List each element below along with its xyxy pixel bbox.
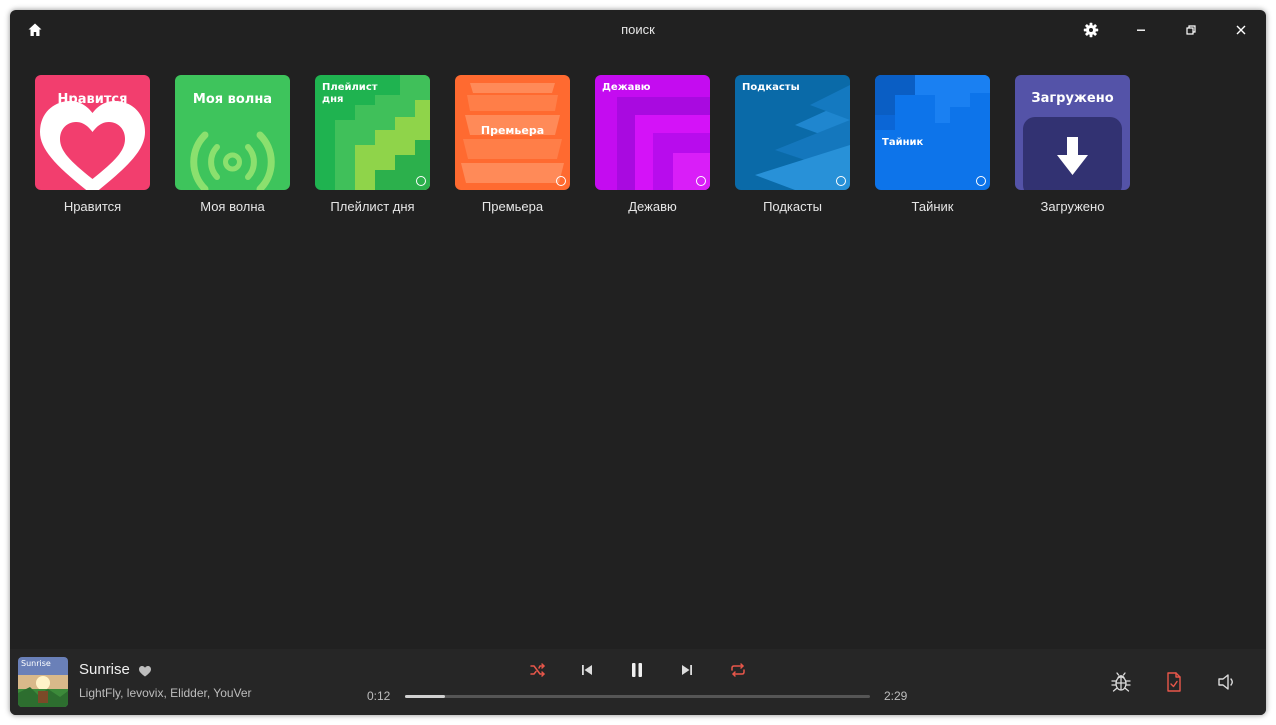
current-time: 0:12: [367, 689, 391, 703]
next-button[interactable]: [676, 660, 698, 680]
tile-cover: Тайник: [875, 75, 990, 190]
debug-button[interactable]: [1109, 670, 1133, 694]
shuffle-icon: [530, 663, 545, 677]
tile-caption: Плейлист дня: [330, 199, 415, 214]
tile-caption: Премьера: [481, 199, 544, 214]
yandex-badge-icon: [416, 176, 426, 186]
tile-cover: Подкасты: [735, 75, 850, 190]
close-button[interactable]: [1229, 20, 1253, 40]
album-art[interactable]: Sunrise: [18, 657, 68, 707]
repeat-icon: [731, 663, 745, 677]
skip-previous-icon: [582, 665, 592, 675]
close-icon: [1236, 25, 1246, 35]
tile-cover: Плейлист дня: [315, 75, 430, 190]
heart-art: [40, 101, 145, 190]
window-title: поиск: [621, 22, 655, 37]
pause-button[interactable]: [626, 660, 648, 680]
player-bar: Sunrise Sunrise LightFly, levovix, Elidd…: [10, 649, 1266, 715]
volume-button[interactable]: [1215, 670, 1239, 694]
tile-caption: Подкасты: [763, 199, 822, 214]
download-arrow-icon: [1057, 137, 1088, 175]
like-button[interactable]: [138, 664, 152, 678]
repeat-button[interactable]: [727, 660, 749, 680]
wave-art: [190, 131, 275, 190]
tile-cover: Моя волна: [175, 75, 290, 190]
yandex-badge-icon: [556, 176, 566, 186]
track-title[interactable]: Sunrise: [79, 661, 130, 678]
tile-cover: Дежавю: [595, 75, 710, 190]
cover-title: Подкасты: [742, 82, 800, 93]
tile-deja-vu[interactable]: Дежавю Дежавю: [595, 75, 710, 214]
total-time: 2:29: [884, 689, 908, 703]
file-check-icon: [1167, 672, 1181, 692]
yandex-badge-icon: [976, 176, 986, 186]
skip-next-icon: [682, 665, 692, 675]
file-button[interactable]: [1162, 670, 1186, 694]
album-art-text: Sunrise: [21, 659, 51, 668]
tile-daily-playlist[interactable]: Плейлист дня Плейлист дня: [315, 75, 430, 214]
shuffle-button[interactable]: [527, 660, 549, 680]
tile-caption: Загружено: [1040, 199, 1105, 214]
tile-podcasts[interactable]: Подкасты Подкасты: [735, 75, 850, 214]
volume-icon: [1218, 674, 1233, 690]
tile-cover: Нравится: [35, 75, 150, 190]
tile-likes[interactable]: Нравится Нравится: [35, 75, 150, 214]
pause-icon: [632, 663, 642, 677]
minimize-button[interactable]: [1129, 20, 1153, 40]
tile-downloaded[interactable]: Загружено Загружено: [1015, 75, 1130, 214]
stairs-art: [875, 75, 990, 130]
cover-title: Премьера: [480, 124, 545, 137]
heart-icon: [139, 666, 151, 677]
yandex-badge-icon: [696, 176, 706, 186]
tile-caption: Нравится: [63, 199, 122, 214]
yandex-badge-icon: [836, 176, 846, 186]
app-window: поиск Нравится Нравится Моя волна Моя во…: [10, 10, 1266, 715]
tile-premiere[interactable]: Премьера Премьера: [455, 75, 570, 214]
tile-caption: Тайник: [911, 199, 954, 214]
cover-title: Дежавю: [602, 82, 651, 93]
title-bar: поиск: [10, 10, 1266, 50]
settings-button[interactable]: [1079, 20, 1103, 40]
restore-button[interactable]: [1179, 20, 1203, 40]
bug-icon: [1111, 672, 1131, 692]
progress-fill: [405, 695, 445, 698]
tile-caption: Дежавю: [628, 199, 677, 214]
track-artists[interactable]: LightFly, levovix, Elidder, YouVer: [79, 686, 252, 700]
gear-icon: [1083, 22, 1099, 38]
cover-title: Плейлист дня: [322, 82, 378, 105]
restore-icon: [1186, 25, 1196, 35]
tile-caption: Моя волна: [200, 199, 265, 214]
tile-cover: Загружено: [1015, 75, 1130, 190]
minimize-icon: [1137, 29, 1145, 31]
tile-stash[interactable]: Тайник Тайник: [875, 75, 990, 214]
previous-button[interactable]: [576, 660, 598, 680]
progress-bar[interactable]: [405, 695, 870, 698]
cover-title: Тайник: [882, 137, 924, 148]
tile-cover: Премьера: [455, 75, 570, 190]
tile-my-wave[interactable]: Моя волна Моя волна: [175, 75, 290, 214]
